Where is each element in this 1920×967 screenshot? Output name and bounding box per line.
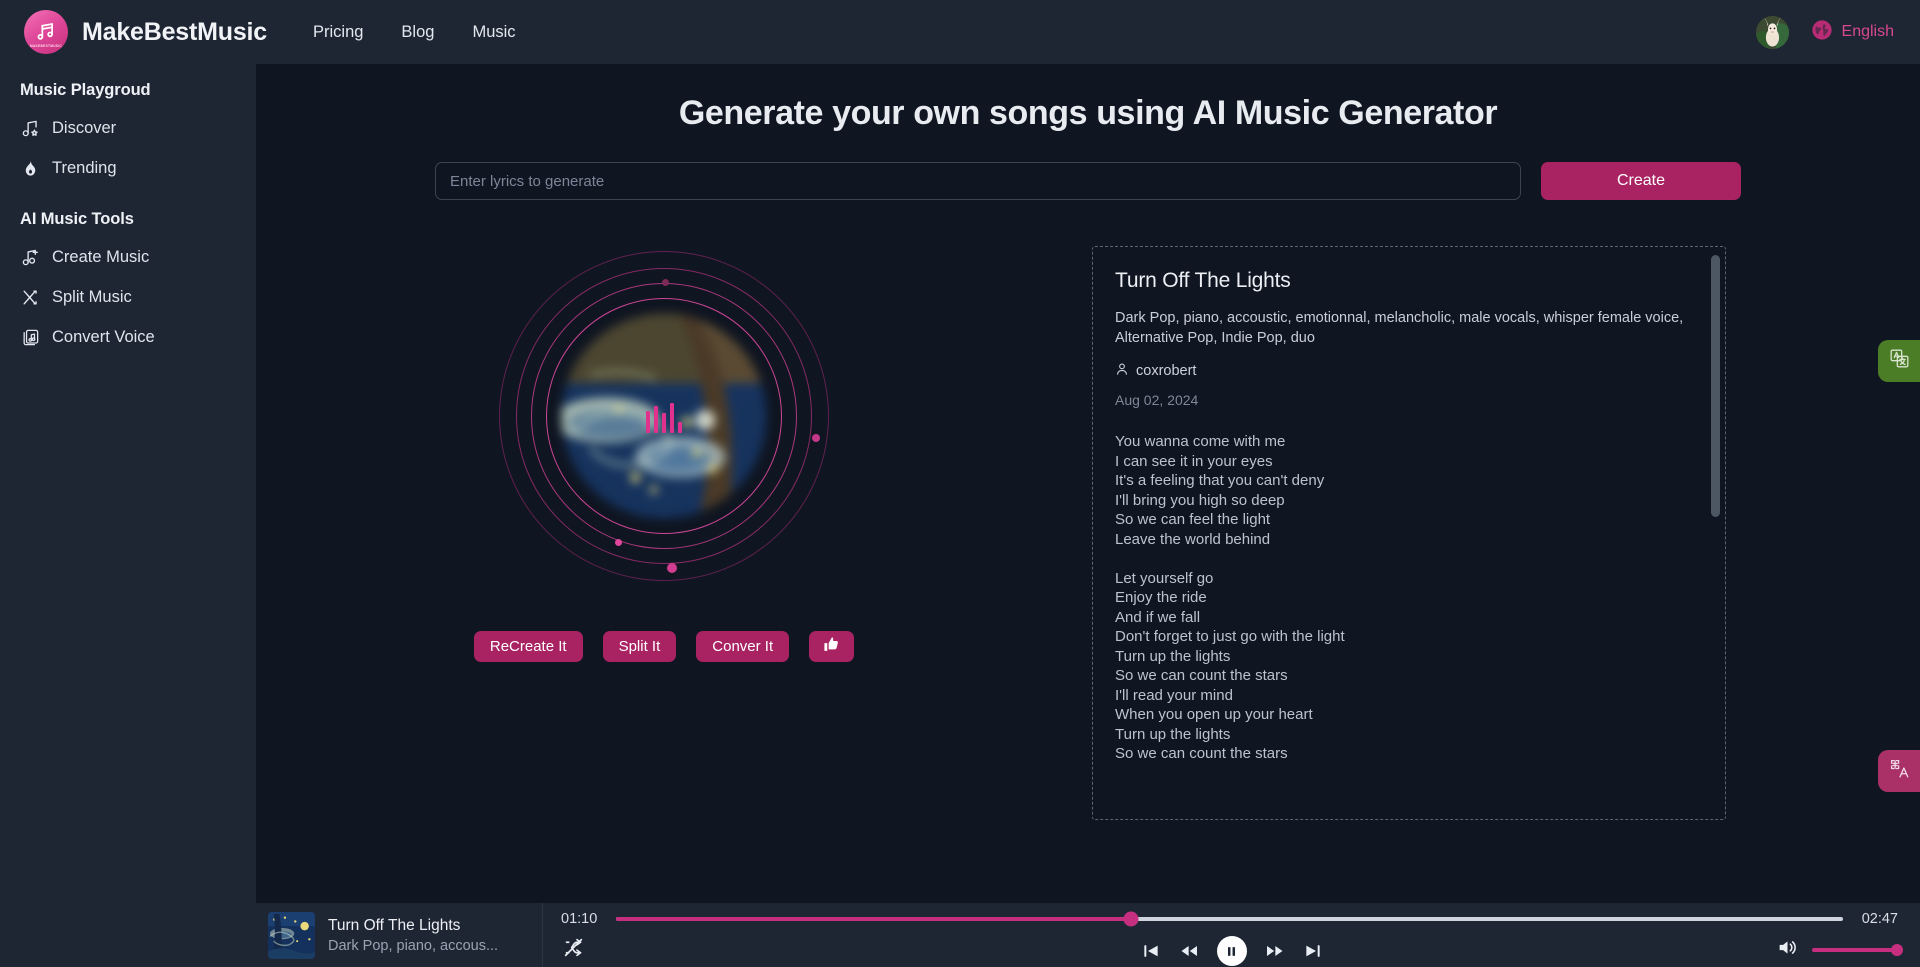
volume-slider[interactable]: [1812, 944, 1903, 956]
volume-knob[interactable]: [1891, 944, 1903, 956]
lyrics-scrollbar-thumb[interactable]: [1711, 255, 1720, 517]
lyrics-input[interactable]: [435, 162, 1521, 200]
user-icon: [1115, 362, 1129, 380]
player-track-info: Turn Off The Lights Dark Pop, piano, acc…: [256, 911, 536, 959]
topbar-right-group: English: [1755, 15, 1894, 49]
convert-it-button[interactable]: Conver It: [696, 631, 790, 662]
circular-visualizer: [499, 251, 829, 581]
create-button[interactable]: Create: [1541, 162, 1741, 200]
user-avatar[interactable]: [1755, 15, 1789, 49]
player-album-art: [268, 911, 315, 959]
orbit-dot-bottom: [667, 563, 677, 573]
brand-logo-group[interactable]: MAKEBESTMUSIC MakeBestMusic: [24, 10, 267, 54]
volume-icon[interactable]: [1777, 937, 1798, 963]
globe-icon: [1811, 19, 1833, 46]
song-lyrics: You wanna come with me I can see it in y…: [1115, 433, 1345, 762]
sidebar-item-label-discover: Discover: [52, 118, 117, 137]
nav-link-pricing[interactable]: Pricing: [313, 23, 363, 42]
song-author-name: coxrobert: [1136, 363, 1197, 379]
total-time: 02:47: [1861, 911, 1898, 927]
current-time: 01:10: [561, 911, 598, 927]
music-note-star-icon: [20, 118, 40, 138]
flame-icon: [20, 158, 40, 178]
next-track-button[interactable]: [1303, 941, 1323, 961]
sidebar-item-create-music[interactable]: Create Music: [0, 237, 256, 277]
sidebar-item-label-split-music: Split Music: [52, 287, 132, 306]
sidebar-item-split-music[interactable]: Split Music: [0, 277, 256, 317]
sidebar-group-title-tools: AI Music Tools: [20, 210, 134, 228]
recreate-it-button[interactable]: ReCreate It: [473, 631, 583, 662]
bottom-player-bar: Turn Off The Lights Dark Pop, piano, acc…: [256, 903, 1920, 967]
voice-convert-icon: [20, 327, 40, 347]
sidebar-item-discover[interactable]: Discover: [0, 108, 256, 148]
orbit-dot-left: [615, 539, 622, 546]
logo-microtext: MAKEBESTMUSIC: [29, 44, 63, 48]
translate-icon: [1889, 348, 1910, 374]
fast-forward-button[interactable]: [1264, 941, 1286, 961]
song-detail-pane: Turn Off The Lights Dark Pop, piano, acc…: [1092, 246, 1726, 820]
player-meta: Turn Off The Lights Dark Pop, piano, acc…: [328, 917, 498, 954]
seek-fill: [616, 917, 1132, 921]
language-label: English: [1841, 23, 1894, 40]
sidebar-item-label-convert-voice: Convert Voice: [52, 327, 155, 346]
music-note-plus-icon: [20, 247, 40, 267]
player-visual-pane: ReCreate It Split It Conver It: [256, 246, 1072, 662]
thumbs-up-icon: [823, 636, 840, 657]
orbit-dot-top: [662, 279, 669, 286]
previous-track-button[interactable]: [1141, 941, 1161, 961]
like-button[interactable]: [809, 631, 855, 662]
transport-controls: [543, 935, 1920, 967]
left-sidebar: Music Playgroud Discover Trending AI Mus…: [0, 64, 256, 967]
sidebar-item-label-trending: Trending: [52, 158, 117, 177]
brand-name: MakeBestMusic: [82, 17, 267, 46]
pause-button[interactable]: [1216, 936, 1247, 966]
seek-row: 01:10 02:47: [543, 911, 1920, 927]
app-logo-icon: MAKEBESTMUSIC: [24, 10, 68, 54]
orbit-dot-right: [812, 434, 820, 442]
language-selector[interactable]: English: [1811, 19, 1894, 46]
sidebar-item-trending[interactable]: Trending: [0, 148, 256, 188]
sidebar-item-convert-voice[interactable]: Convert Voice: [0, 317, 256, 357]
nav-link-blog[interactable]: Blog: [401, 23, 434, 42]
volume-group: [1777, 937, 1903, 963]
sidebar-group-title-playground: Music Playgroud: [20, 81, 151, 99]
seek-slider[interactable]: [616, 911, 1843, 927]
main-content-area: Generate your own songs using AI Music G…: [256, 64, 1920, 903]
split-it-button[interactable]: Split It: [602, 631, 677, 662]
content-split: ReCreate It Split It Conver It Turn Off …: [256, 246, 1920, 820]
equalizer-bars: [646, 399, 682, 433]
seek-knob[interactable]: [1123, 911, 1139, 927]
song-detail-card: Turn Off The Lights Dark Pop, piano, acc…: [1092, 246, 1726, 820]
player-controls-area: 01:10 02:47: [543, 903, 1920, 967]
song-date: Aug 02, 2024: [1115, 392, 1199, 408]
rewind-button[interactable]: [1178, 941, 1200, 961]
translate-tab-pink[interactable]: [1878, 750, 1920, 792]
player-track-subtitle: Dark Pop, piano, accous...: [328, 937, 499, 954]
page-title: Generate your own songs using AI Music G…: [678, 94, 1498, 132]
player-track-title: Turn Off The Lights: [328, 916, 461, 934]
translate-tab-green[interactable]: [1878, 340, 1920, 382]
top-navigation-bar: MAKEBESTMUSIC MakeBestMusic Pricing Blog…: [0, 0, 1920, 64]
split-branch-icon: [20, 287, 40, 307]
generator-search-row: Create: [435, 162, 1741, 200]
translate-cn-icon: [1889, 758, 1910, 784]
track-action-buttons: ReCreate It Split It Conver It: [473, 631, 855, 662]
sidebar-item-label-create-music: Create Music: [52, 247, 150, 266]
song-author-row: coxrobert: [1115, 362, 1699, 380]
nav-link-music[interactable]: Music: [472, 23, 515, 42]
song-tags: Dark Pop, piano, accoustic, emotionnal, …: [1115, 310, 1684, 346]
song-title: Turn Off The Lights: [1115, 269, 1291, 292]
main-nav-links: Pricing Blog Music: [313, 23, 516, 42]
